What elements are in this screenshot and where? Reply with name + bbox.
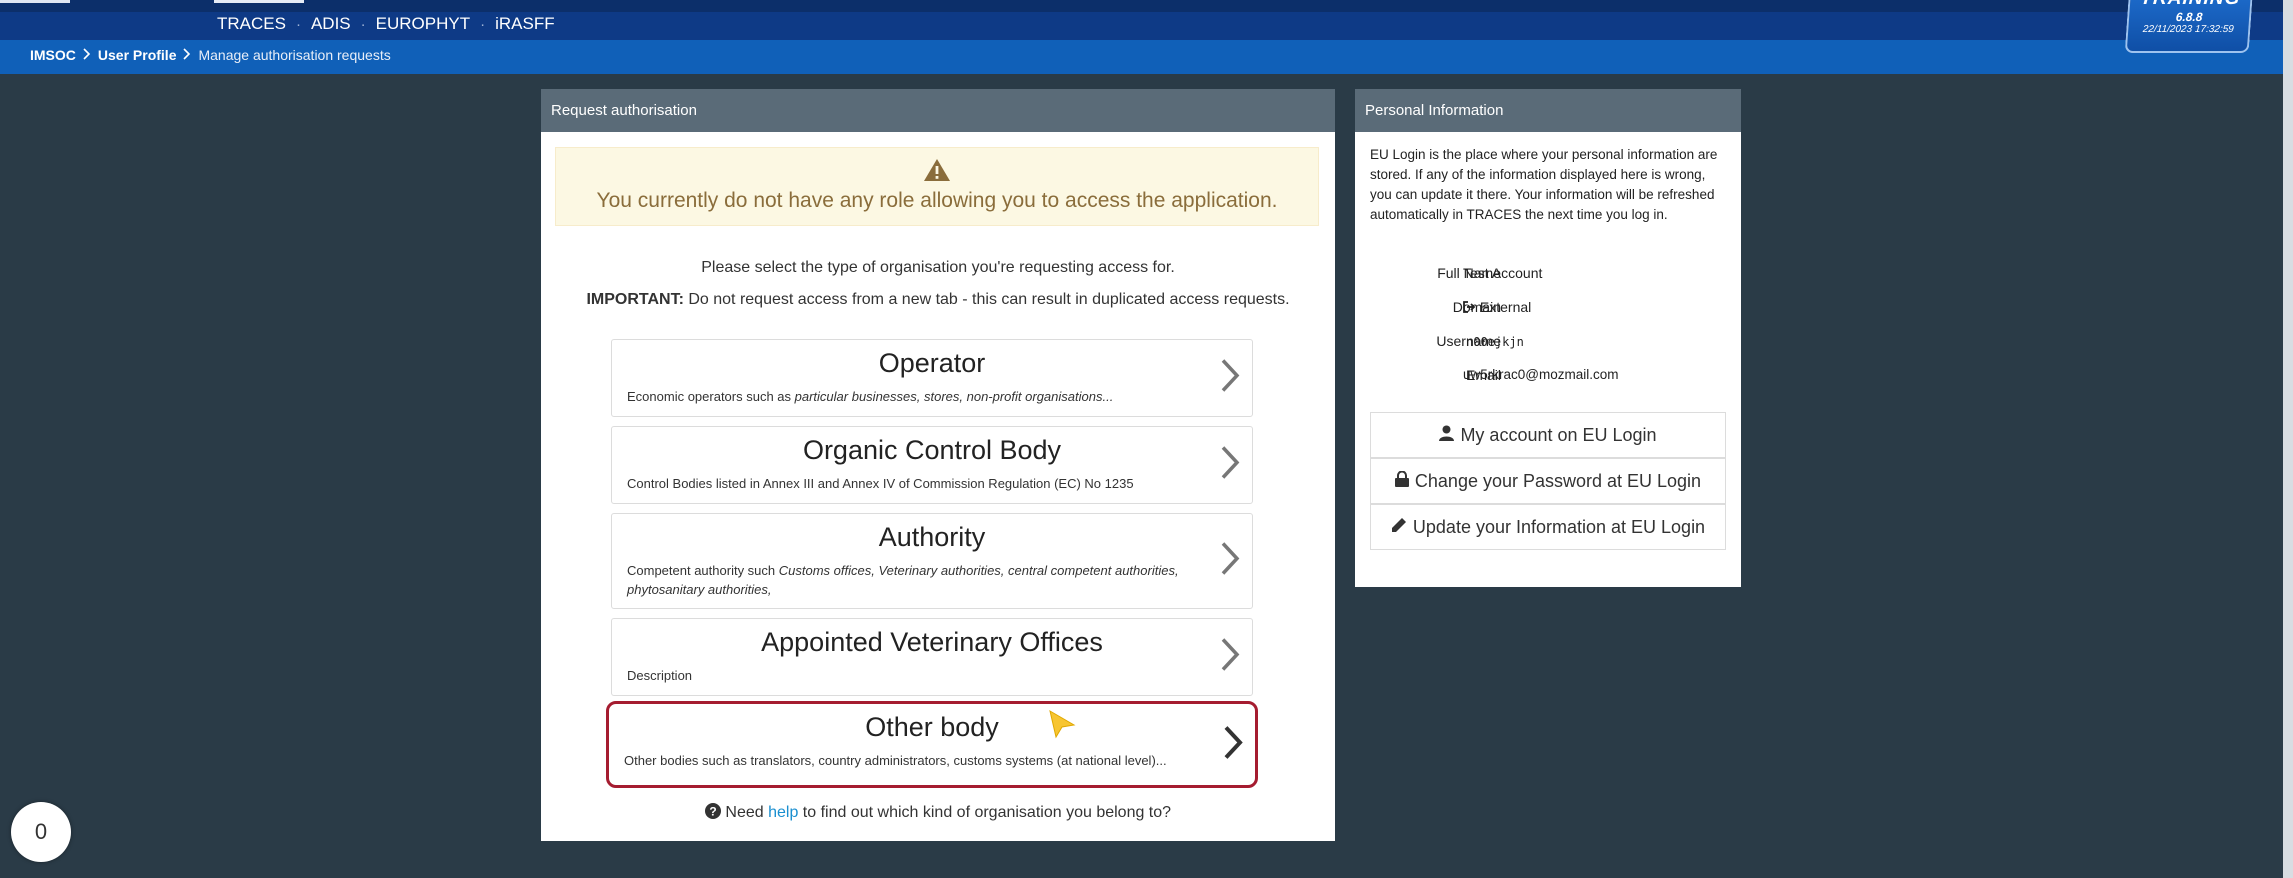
chevron-right-icon (1220, 358, 1240, 399)
chevron-right-icon (1223, 724, 1243, 765)
username-value: n00ejkjn (1466, 335, 1524, 349)
page-scrollbar[interactable] (2283, 0, 2293, 878)
org-title: Organic Control Body (802, 435, 1062, 465)
email-value[interactable]: uw5rkrac0@mozmail.com (1463, 367, 1619, 382)
help-suffix: to find out which kind of organisation y… (802, 804, 1172, 821)
user-icon (1439, 425, 1460, 446)
breadcrumb-current: Manage authorisation requests (198, 47, 391, 63)
help-link[interactable]: help (768, 804, 798, 821)
chevron-right-icon (83, 47, 91, 63)
chevron-right-icon (183, 47, 191, 63)
org-card-authority[interactable]: Authority Competent authority such Custo… (611, 513, 1253, 609)
full-name-value: Test Account (1463, 265, 1543, 281)
imsoc-logo (214, 0, 304, 3)
training-label: TRAINING (2130, 0, 2252, 10)
update-information-label: Update your Information at EU Login (1412, 516, 1706, 537)
warning-icon (556, 158, 1318, 187)
org-description: Control Bodies listed in Annex III and A… (627, 476, 1134, 491)
help-prefix: Need (725, 804, 764, 821)
org-card-organic-control-body[interactable]: Organic Control Body Control Bodies list… (611, 426, 1253, 504)
panel-title: Request authorisation (541, 89, 1335, 132)
org-description: Other bodies such as translators, countr… (624, 753, 1167, 768)
question-circle-icon: ? (704, 803, 725, 821)
help-line: ? Need help to find out which kind of or… (541, 803, 1335, 822)
mouse-cursor-icon (1048, 709, 1076, 744)
breadcrumb: IMSOC User Profile Manage authorisation … (30, 47, 391, 63)
svg-text:?: ? (709, 805, 716, 819)
pencil-icon (1391, 517, 1413, 538)
domain-value: External (1463, 299, 1531, 315)
change-password-label: Change your Password at EU Login (1414, 470, 1702, 491)
request-authorisation-panel: Request authorisation You currently do n… (541, 89, 1335, 841)
important-note: IMPORTANT: Do not request access from a … (541, 291, 1335, 309)
org-card-appointed-veterinary-offices[interactable]: Appointed Veterinary Offices Description (611, 618, 1253, 696)
top-banner (0, 0, 2283, 12)
app-link-adis[interactable]: ADIS (311, 14, 351, 34)
counter-badge[interactable]: 0 (11, 802, 71, 862)
org-title: Operator (878, 348, 986, 378)
separator: · (295, 15, 301, 33)
change-password-button[interactable]: Change your Password at EU Login (1370, 458, 1726, 504)
org-card-operator[interactable]: Operator Economic operators such as part… (611, 339, 1253, 417)
important-label: IMPORTANT: (586, 291, 684, 308)
breadcrumb-imsoc[interactable]: IMSOC (30, 47, 76, 63)
org-description: Description (627, 668, 693, 683)
org-title: Authority (878, 522, 986, 552)
panel-title: Personal Information (1355, 89, 1741, 132)
org-card-other-body[interactable]: Other body Other bodies such as translat… (606, 701, 1258, 788)
update-information-button[interactable]: Update your Information at EU Login (1370, 504, 1726, 550)
ec-logo (0, 0, 70, 3)
warning-text: You currently do not have any role allow… (596, 189, 1278, 212)
chevron-right-icon (1220, 541, 1240, 582)
lock-icon (1394, 470, 1415, 492)
chevron-right-icon (1220, 445, 1240, 486)
app-link-europhyt[interactable]: EUROPHYT (376, 14, 470, 34)
version-label: 6.8.8 (2175, 10, 2204, 24)
app-link-traces[interactable]: TRACES (217, 14, 286, 34)
important-text: Do not request access from a new tab - t… (688, 291, 1290, 308)
app-links: TRACES · ADIS · EUROPHYT · iRASFF (217, 14, 555, 34)
timestamp-label: 22/11/2023 17:32:59 (2142, 24, 2235, 35)
my-account-label: My account on EU Login (1460, 424, 1657, 445)
separator: · (480, 15, 486, 33)
training-badge: TRAINING 6.8.8 22/11/2023 17:32:59 (2124, 0, 2254, 53)
org-description: Competent authority such Customs offices… (627, 563, 1179, 597)
app-link-irasff[interactable]: iRASFF (495, 14, 555, 34)
org-title: Other body (865, 712, 999, 742)
org-description: Economic operators such as particular bu… (627, 389, 1114, 404)
no-role-warning: You currently do not have any role allow… (555, 147, 1319, 226)
my-account-button[interactable]: My account on EU Login (1370, 412, 1726, 458)
intro-text: Please select the type of organisation y… (701, 259, 1175, 276)
personal-information-panel: Personal Information EU Login is the pla… (1355, 89, 1741, 587)
sign-out-icon (1463, 299, 1480, 315)
separator: · (360, 15, 366, 33)
eu-login-description: EU Login is the place where your persona… (1370, 147, 1718, 222)
chevron-right-icon (1220, 637, 1240, 678)
breadcrumb-user-profile[interactable]: User Profile (98, 47, 177, 63)
org-title: Appointed Veterinary Offices (761, 627, 1103, 657)
